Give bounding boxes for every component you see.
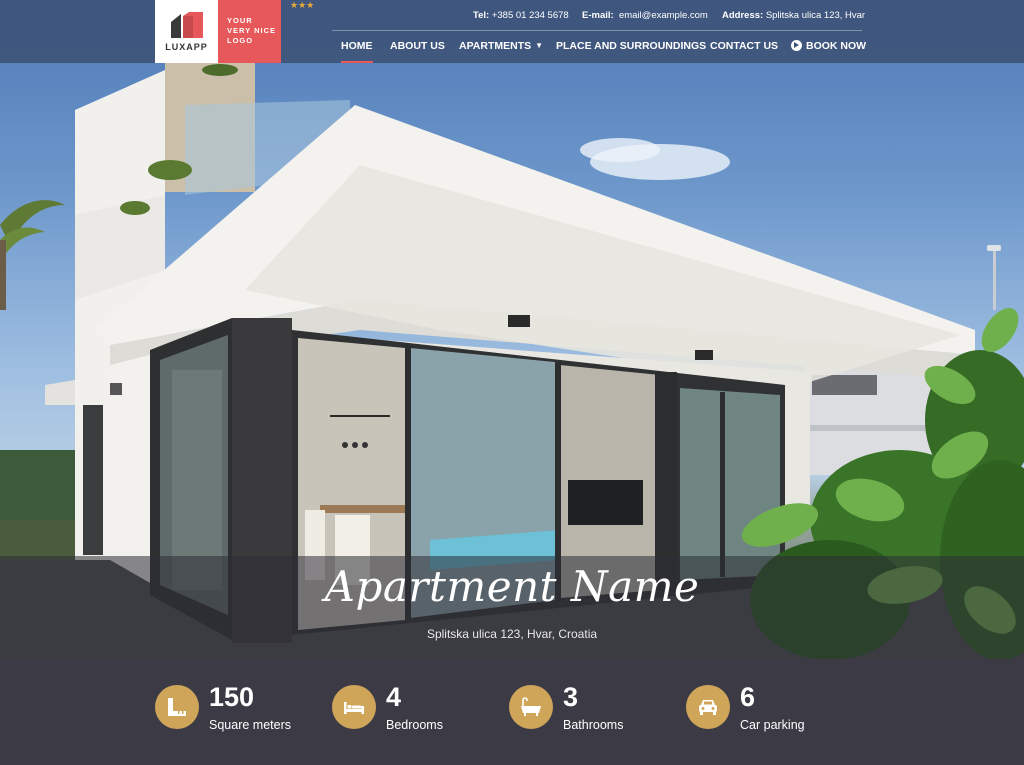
contact-address: Address: Splitska ulica 123, Hvar	[722, 10, 865, 21]
nav-home[interactable]: HOME	[341, 40, 373, 63]
stats-bar: 150 Square meters 4 Bedrooms 3 Bathrooms…	[0, 659, 1024, 765]
stat-label: Square meters	[209, 718, 291, 732]
stat-icon-wrap	[332, 685, 376, 729]
chevron-down-icon: ▼	[535, 41, 544, 50]
nav-about[interactable]: ABOUT US	[390, 40, 445, 52]
stat-label: Bathrooms	[563, 718, 624, 732]
nav-contact[interactable]: CONTACT US	[710, 40, 778, 52]
tel-value: +385 01 234 5678	[491, 10, 569, 21]
ruler-icon	[168, 698, 186, 716]
tagline-line-3: LOGO	[227, 36, 254, 45]
nav-book-label: BOOK NOW	[806, 40, 867, 52]
apartment-name: Apartment Name	[324, 562, 700, 611]
email-value: email@example.com	[618, 10, 708, 21]
tagline-line-1: YOUR	[227, 16, 253, 25]
logo-house-icon	[171, 12, 203, 38]
stat-icon-wrap	[686, 685, 730, 729]
play-circle-icon	[791, 40, 802, 51]
rating-stars: ★★★	[290, 1, 315, 11]
stat-value: 4	[386, 682, 402, 712]
nav-contact-label: CONTACT US	[710, 40, 779, 52]
address-label: Address:	[722, 10, 764, 21]
logo-tagline-box[interactable]: YOUR VERY NICE LOGO	[218, 0, 281, 63]
logo[interactable]: LUXAPP	[155, 0, 218, 63]
stat-value: 150	[209, 682, 255, 712]
tagline-line-2: VERY NICE	[227, 26, 277, 35]
stat-label: Car parking	[740, 718, 805, 732]
stat-label: Bedrooms	[386, 718, 443, 732]
nav-place[interactable]: PLACE AND SURROUNDINGS	[556, 40, 706, 52]
tel-label: Tel:	[473, 10, 490, 21]
logo-tagline: YOUR VERY NICE LOGO	[227, 16, 276, 46]
bed-icon	[344, 702, 364, 714]
apartment-address: Splitska ulica 123, Hvar, Croatia	[426, 627, 598, 641]
nav-home-label: HOME	[341, 40, 373, 52]
nav-about-label: ABOUT US	[390, 40, 445, 52]
stat-icon-wrap	[509, 685, 553, 729]
nav-apartments[interactable]: APARTMENTS ▼	[459, 40, 543, 52]
address-value: Splitska ulica 123, Hvar	[765, 10, 866, 21]
nav-book-now[interactable]: BOOK NOW	[791, 40, 866, 52]
stat-value: 6	[740, 682, 756, 712]
site-header: LUXAPP YOUR VERY NICE LOGO ★★★ Tel: +385…	[0, 0, 1024, 63]
email-label: E-mail:	[582, 10, 614, 21]
nav-apartments-label: APARTMENTS	[459, 40, 532, 52]
stat-value: 3	[563, 682, 579, 712]
stat-icon-wrap	[155, 685, 199, 729]
car-icon	[699, 700, 717, 715]
bathtub-icon	[521, 697, 541, 716]
contact-tel[interactable]: Tel: +385 01 234 5678	[473, 10, 569, 21]
logo-text: LUXAPP	[165, 42, 208, 52]
nav-place-label: PLACE AND SURROUNDINGS	[556, 40, 707, 52]
header-divider	[332, 30, 862, 31]
hero-image: Apartment Name Splitska ulica 123, Hvar,…	[0, 0, 1024, 659]
contact-email[interactable]: E-mail: email@example.com	[582, 10, 708, 21]
